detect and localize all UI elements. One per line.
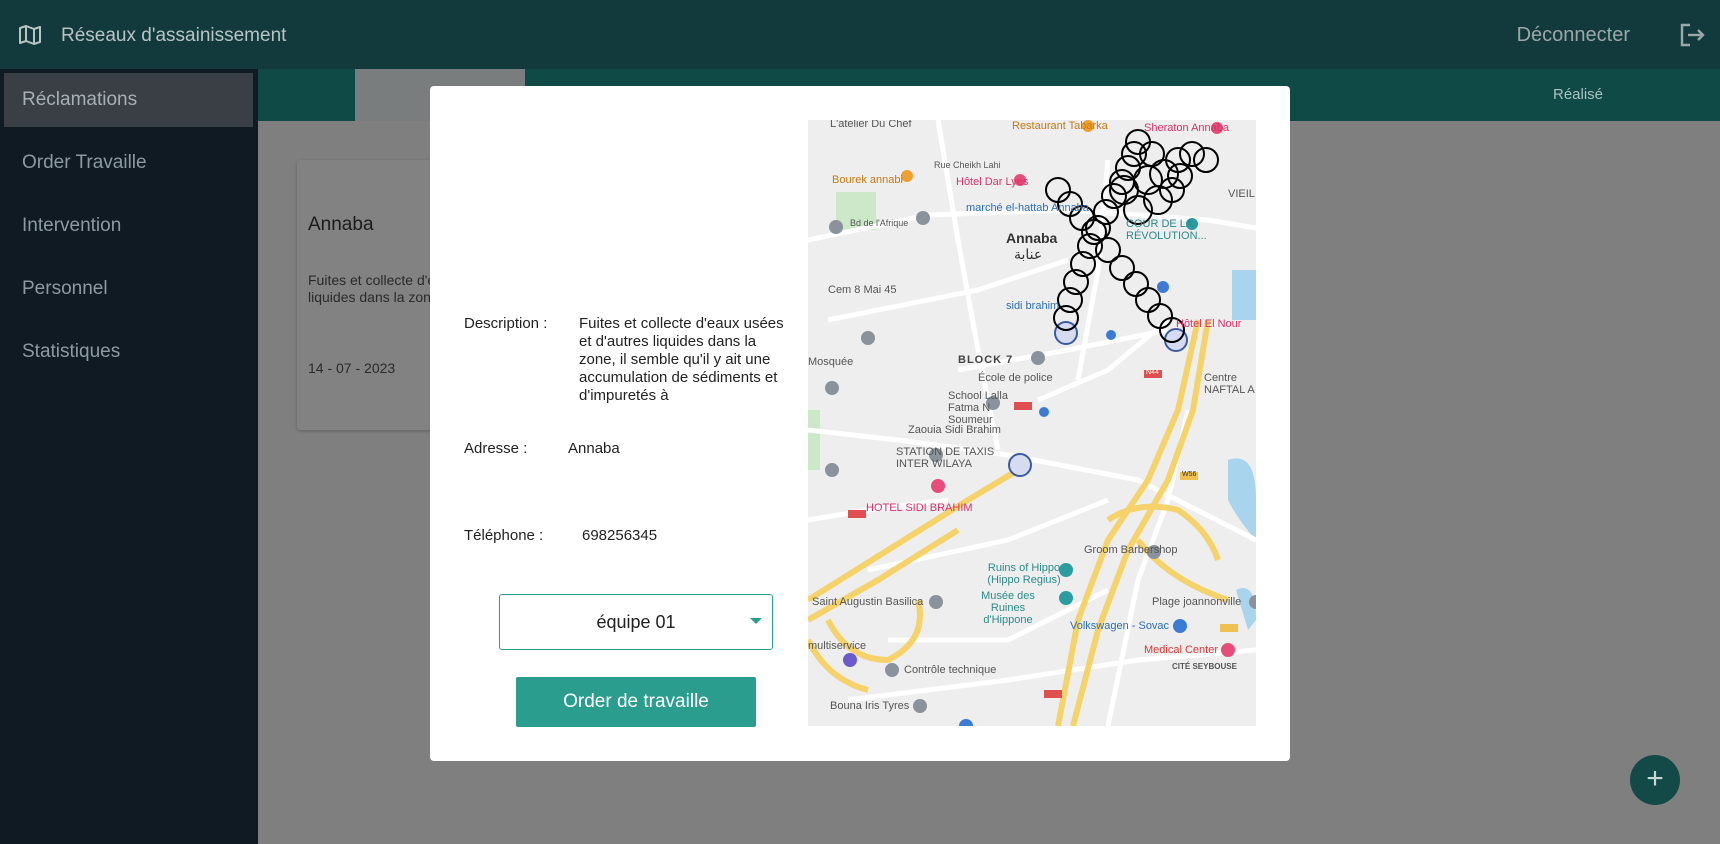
order-de-travaille-button[interactable]: Order de travaille	[516, 677, 756, 727]
map-label: Saint Augustin Basilica	[812, 596, 924, 608]
map-label: Rue Cheikh Lahi	[934, 160, 1001, 170]
sidebar-item-statistiques[interactable]: Statistiques	[4, 325, 253, 379]
map-label: L'atelier Du Chef	[830, 120, 912, 130]
map-label: Musée des Ruines d'Hippone	[981, 590, 1035, 626]
map-label: Cem 8 Mai 45	[828, 284, 897, 296]
reclamation-detail-dialog: Description : Fuites et collecte d'eaux …	[430, 86, 1290, 761]
map-label: marché el-hattab Annaba	[966, 202, 1089, 214]
address-value: Annaba	[568, 440, 620, 457]
phone-label: Téléphone :	[464, 527, 544, 544]
map-label: Mosquée	[808, 356, 854, 368]
map-label: HOTEL SIDI BRAHIM	[866, 502, 973, 514]
map-icon	[19, 25, 41, 45]
description-value: Fuites et collecte d'eaux usées et d'aut…	[579, 315, 784, 404]
map-label: Plage joannonville	[1152, 596, 1242, 608]
map-label: Annaba	[1006, 230, 1058, 246]
top-app-bar: Réseaux d'assainissement Déconnecter	[0, 0, 1720, 69]
description-label: Description :	[464, 315, 548, 332]
address-label: Adresse :	[464, 440, 528, 457]
add-button[interactable]: +	[1630, 755, 1680, 805]
road-shield: W56	[1182, 471, 1197, 478]
logout-icon[interactable]	[1678, 22, 1706, 48]
map-label: École de police	[978, 372, 1053, 384]
card-description: Fuites et collecte d'eaux usées et d'aut…	[308, 272, 437, 305]
map-label: Bourek annabi	[832, 174, 903, 186]
map-label: Medical Center	[1144, 644, 1218, 656]
location-map[interactable]: L'atelier Du Chef Restaurant Tabarka She…	[808, 120, 1256, 726]
sidebar-item-intervention[interactable]: Intervention	[4, 199, 253, 253]
map-label: COUR DE LA RÉVOLUTION...	[1126, 218, 1207, 242]
map-label: Bd de l'Afrique	[850, 218, 909, 228]
phone-value: 698256345	[582, 527, 658, 544]
team-select[interactable]: équipe 01	[499, 594, 773, 650]
map-label: sidi brahim	[1006, 300, 1060, 312]
road-shield: N44	[1146, 369, 1159, 376]
map-label: Volkswagen - Sovac	[1070, 620, 1170, 632]
map-label: Sheraton Annaba	[1144, 122, 1230, 134]
map-label: Bouna Iris Tyres	[830, 700, 910, 712]
sidebar: Réclamations Order Travaille Interventio…	[0, 69, 258, 844]
map-label: Restaurant Tabarka	[1012, 120, 1108, 132]
map-label: Ruins of Hippo (Hippo Regius)	[987, 562, 1061, 586]
card-city: Annaba	[308, 214, 374, 235]
map-label: Zaouia Sidi Brahim	[908, 424, 1001, 436]
dropdown-arrow-icon	[750, 618, 762, 624]
map-label: Contrôle technique	[904, 664, 997, 676]
app-title: Réseaux d'assainissement	[61, 25, 287, 46]
map-label: CITÉ SEYBOUSE	[1172, 662, 1237, 671]
map-label: Groom Barbershop	[1084, 544, 1178, 556]
map-label: BLOCK 7	[958, 354, 1014, 366]
card-date: 14 - 07 - 2023	[308, 360, 396, 376]
map-label: Hôtel Dar Lyes	[956, 176, 1029, 188]
reclamation-card[interactable]: Annaba Fuites et collecte d'eaux usées e…	[297, 160, 437, 430]
map-label: School Lalla Fatma N Soumeur	[948, 390, 1008, 426]
map-label: STATION DE TAXIS INTER WILAYA	[896, 446, 995, 470]
map-label: Hôtel El Nour	[1176, 318, 1242, 330]
map-label: multiservice	[808, 640, 867, 652]
sidebar-item-reclamations[interactable]: Réclamations	[4, 73, 253, 127]
map-label: عنابة	[1014, 246, 1043, 262]
team-select-value: équipe 01	[596, 611, 676, 632]
map-label: Centre NAFTAL A	[1204, 372, 1255, 396]
map-label: VIEIL	[1228, 188, 1255, 200]
sidebar-item-order-travaille[interactable]: Order Travaille	[4, 136, 253, 190]
logout-button[interactable]: Déconnecter	[1517, 24, 1630, 47]
tab-realise[interactable]: Réalisé	[1478, 69, 1678, 121]
sidebar-item-personnel[interactable]: Personnel	[4, 262, 253, 316]
